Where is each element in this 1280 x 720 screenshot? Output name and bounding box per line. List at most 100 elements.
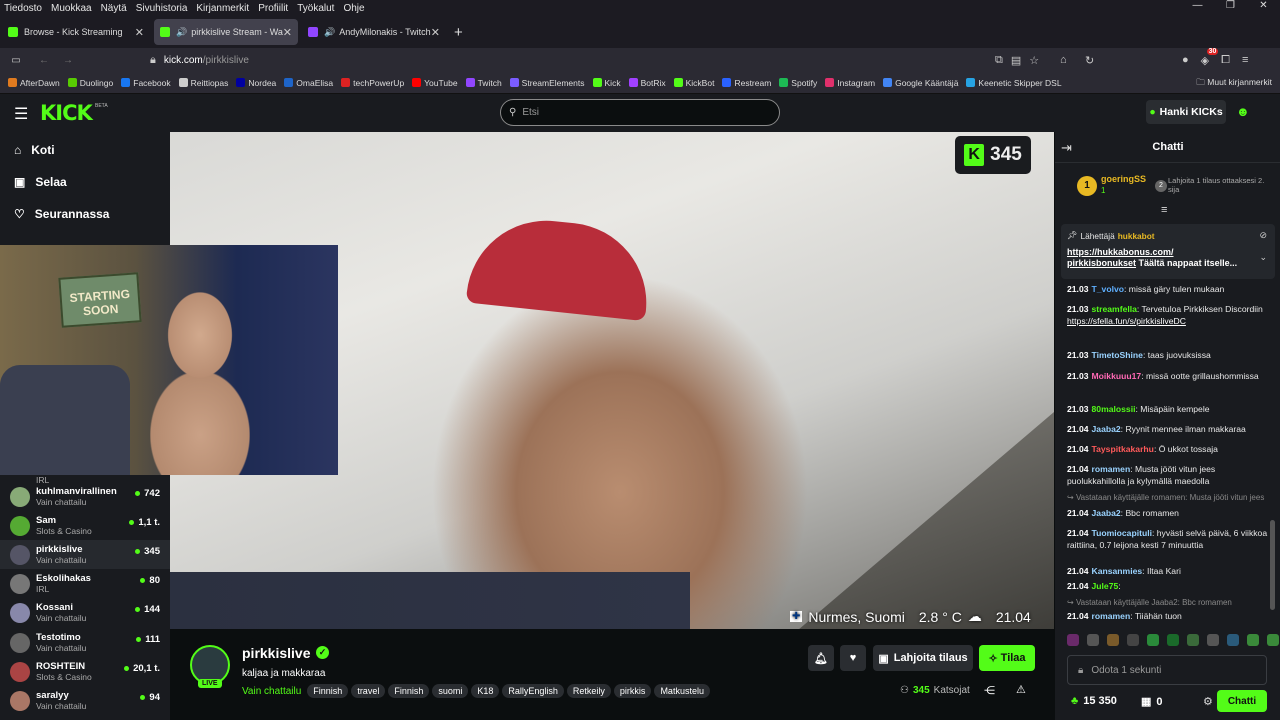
forward-icon[interactable]: →	[56, 55, 80, 66]
bookmark-youtube[interactable]: YouTube	[412, 78, 458, 88]
stream-tag[interactable]: Matkustelu	[654, 684, 710, 698]
message-link[interactable]: https://sfella.fun/s/pirkkisliveDC	[1067, 316, 1186, 326]
stream-category[interactable]: Vain chattailu	[242, 686, 301, 697]
stream-tag[interactable]: RallyEnglish	[502, 684, 564, 698]
url-bar[interactable]: 🔒︎ kick.com/pirkkislive	[150, 50, 1050, 70]
stream-tag[interactable]: Finnish	[307, 684, 349, 698]
bookmark-duolingo[interactable]: Duolingo	[67, 78, 113, 88]
message-username[interactable]: Moikkuuu17	[1092, 371, 1142, 381]
sidebar-item-following[interactable]: ♡ Seurannassa	[0, 198, 170, 230]
new-tab-button[interactable]: +	[454, 24, 463, 41]
reload-icon[interactable]: ↻	[1085, 54, 1094, 67]
user-avatar-icon[interactable]: ☻	[1236, 104, 1250, 119]
kick-logo[interactable]: KICK	[40, 101, 93, 125]
emote-icon[interactable]	[1207, 634, 1219, 646]
message-username[interactable]: TimetoShine	[1092, 350, 1143, 360]
bookmark-afterdawn[interactable]: AfterDawn	[8, 78, 60, 88]
followed-channel[interactable]: Testotimo Vain chattailu 111	[0, 628, 170, 657]
bookmark-reittiopas[interactable]: Reittiopas	[178, 78, 228, 88]
message-username[interactable]: Jaaba2	[1092, 508, 1121, 518]
tab-andymilonakis[interactable]: 🔊 AndyMilonakis - Twitch ✕	[302, 19, 446, 45]
message-username[interactable]: romamen	[1092, 464, 1131, 474]
send-chat-button[interactable]: Chatti	[1217, 690, 1267, 712]
emote-icon[interactable]	[1267, 634, 1279, 646]
pinned-link-2[interactable]: pirkkisbonukset	[1067, 258, 1136, 268]
home-icon[interactable]: ⌂	[1060, 54, 1067, 66]
gifted-subs[interactable]: ▦ 0	[1141, 695, 1163, 709]
bookmark-kick[interactable]: Kick	[592, 78, 621, 88]
menu-item[interactable]: Tiedosto	[4, 3, 42, 14]
bookmark-streamelements[interactable]: StreamElements	[509, 78, 585, 88]
unpin-icon[interactable]: ⊘	[1259, 230, 1267, 241]
sidebar-toggle-icon[interactable]: ▭	[0, 55, 32, 66]
chevron-down-icon[interactable]: ⌄	[1259, 252, 1267, 263]
menu-icon[interactable]: ≡	[1242, 54, 1248, 66]
bookmark-kickbot[interactable]: KickBot	[673, 78, 714, 88]
followed-channel[interactable]: pirkkislive Vain chattailu 345	[0, 540, 170, 569]
stream-tag[interactable]: suomi	[432, 684, 469, 698]
emote-icon[interactable]	[1107, 634, 1119, 646]
settings-gear-icon[interactable]: ⚙	[1203, 695, 1213, 708]
sidebar-item-browse[interactable]: ▣ Selaa	[0, 166, 170, 198]
message-username[interactable]: Tuomiocapituli	[1092, 528, 1152, 538]
menu-item[interactable]: Sivuhistoria	[136, 3, 188, 14]
account-icon[interactable]: ●	[1182, 54, 1189, 66]
pinned-link[interactable]: https://hukkabonus.com/	[1067, 247, 1269, 257]
emote-icon[interactable]	[1167, 634, 1179, 646]
reply-indicator[interactable]: ↪ Vastataan käyttäjälle romamen: Musta j…	[1067, 493, 1271, 502]
reader-view-icon[interactable]: ▤	[1011, 54, 1021, 67]
followed-channel[interactable]: Sam Slots & Casino 1,1 t.	[0, 511, 170, 540]
channel-points[interactable]: ♣ 15 350	[1071, 695, 1117, 707]
extensions-puzzle-icon[interactable]: ⧠	[1221, 54, 1230, 67]
message-username[interactable]: 80malossii	[1092, 404, 1136, 414]
message-username[interactable]: Tayspitkakarhu	[1092, 444, 1154, 454]
chat-input[interactable]: 🔒︎ Odota 1 sekunti	[1067, 655, 1267, 685]
menu-item[interactable]: Ohje	[343, 3, 364, 14]
emote-icon[interactable]	[1227, 634, 1239, 646]
followed-channel[interactable]: Kossani Vain chattailu 144	[0, 598, 170, 627]
followed-channel[interactable]: saralyy Vain chattailu 94	[0, 686, 170, 715]
report-icon[interactable]: ⚠	[1016, 683, 1026, 696]
tab-browse-kick[interactable]: Browse - Kick Streaming ✕	[2, 19, 150, 45]
bookmark-omaelisa[interactable]: OmaElisa	[284, 78, 333, 88]
pinned-message[interactable]: 📌︎ Lähettäjä hukkabot https://hukkabonus…	[1061, 224, 1275, 279]
streamer-name[interactable]: pirkkislive	[242, 645, 311, 661]
chat-scrollbar[interactable]	[1270, 520, 1275, 610]
bookmark-techpowerup[interactable]: techPowerUp	[341, 78, 404, 88]
extension-icon[interactable]: ◈ 30	[1201, 47, 1219, 67]
emote-icon[interactable]	[1147, 634, 1159, 646]
notification-bell-button[interactable]: 🔔︎	[808, 645, 834, 671]
emote-icon[interactable]	[1187, 634, 1199, 646]
stream-tag[interactable]: travel	[351, 684, 386, 698]
bookmark-twitch[interactable]: Twitch	[465, 78, 502, 88]
search-bar[interactable]: ⚲ Etsi	[500, 99, 780, 126]
follow-heart-button[interactable]: ♥	[840, 645, 866, 671]
emote-icon[interactable]	[1067, 634, 1079, 646]
other-bookmarks[interactable]: 🗀 Muut kirjanmerkit	[1196, 77, 1272, 91]
close-tab-icon[interactable]: ✕	[135, 26, 144, 39]
pinned-sender[interactable]: hukkabot	[1118, 231, 1155, 241]
stream-tag[interactable]: Finnish	[388, 684, 430, 698]
message-username[interactable]: Jaaba2	[1092, 424, 1121, 434]
restore-icon[interactable]: ❐	[1214, 0, 1247, 16]
menu-item[interactable]: Näytä	[101, 3, 127, 14]
screenshot-icon[interactable]: ⧉	[995, 54, 1003, 67]
leaderboard-name[interactable]: goeringSS	[1101, 174, 1146, 184]
stream-tag[interactable]: pirkkis	[613, 684, 652, 698]
followed-channel[interactable]: Eskolihakas IRL 80	[0, 569, 170, 598]
back-icon[interactable]: ←	[32, 55, 56, 66]
share-icon[interactable]: ⋲	[984, 684, 995, 697]
audio-icon[interactable]: 🔊	[324, 27, 335, 38]
bookmark-instagram[interactable]: Instagram	[825, 78, 875, 88]
emote-icon[interactable]	[1247, 634, 1259, 646]
gift-subscription-button[interactable]: ▣ Lahjoita tilaus	[873, 645, 973, 671]
emote-icon[interactable]	[1087, 634, 1099, 646]
close-tab-icon[interactable]: ✕	[283, 26, 292, 39]
stream-tag[interactable]: K18	[471, 684, 500, 698]
emote-icon[interactable]	[1127, 634, 1139, 646]
expand-pinned-icon[interactable]: ≡	[1161, 204, 1167, 216]
message-username[interactable]: romamen	[1092, 611, 1131, 621]
bookmark-star-icon[interactable]: ☆	[1029, 54, 1039, 67]
bookmark-facebook[interactable]: Facebook	[121, 78, 171, 88]
tab-pirkkislive[interactable]: 🔊 pirkkislive Stream - Watch L ✕	[154, 19, 298, 45]
